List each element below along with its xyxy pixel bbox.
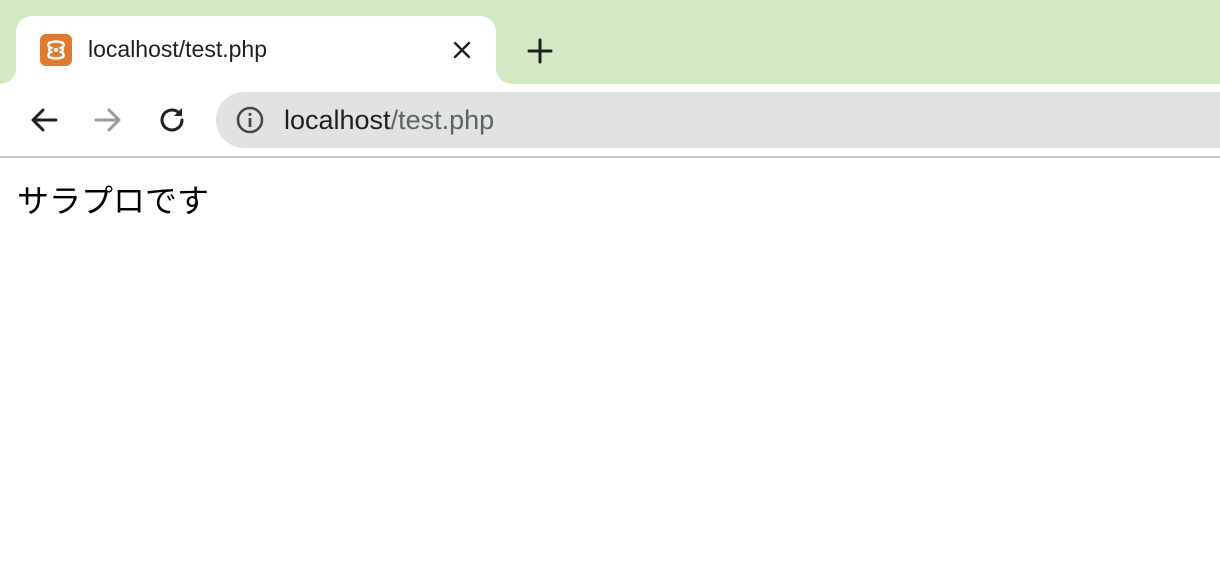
xampp-icon — [40, 34, 72, 66]
url-text[interactable]: localhost/test.php — [284, 104, 494, 136]
page-body-text: サラプロです — [17, 182, 210, 220]
close-icon[interactable] — [448, 36, 476, 64]
reload-button[interactable] — [152, 100, 192, 140]
info-icon[interactable] — [236, 106, 264, 134]
url-host: localhost — [284, 105, 391, 135]
tab-strip: localhost/test.php — [0, 0, 1220, 84]
tab-title: localhost/test.php — [88, 36, 268, 62]
active-tab[interactable]: localhost/test.php — [16, 16, 496, 84]
browser-toolbar: localhost/test.php — [0, 84, 1220, 158]
back-button[interactable] — [24, 100, 64, 140]
forward-button[interactable] — [88, 100, 128, 140]
address-bar[interactable]: localhost/test.php — [216, 92, 1220, 148]
arrow-left-icon — [31, 108, 58, 132]
arrow-right-icon — [94, 108, 121, 132]
url-path: /test.php — [390, 105, 495, 135]
plus-icon[interactable] — [523, 34, 557, 68]
reload-icon — [160, 108, 184, 132]
